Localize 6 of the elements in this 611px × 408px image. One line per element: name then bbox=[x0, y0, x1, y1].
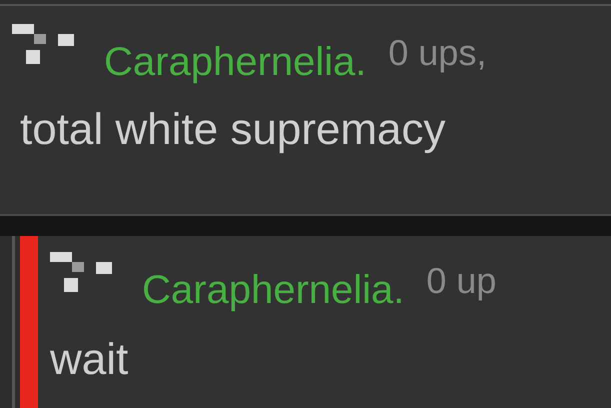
comment-text: wait bbox=[50, 335, 130, 385]
points-label: 0 up bbox=[426, 260, 496, 302]
username-link[interactable]: Caraphernelia. bbox=[104, 40, 366, 85]
username-link[interactable]: Caraphernelia. bbox=[142, 268, 404, 313]
points-label: 0 ups, bbox=[388, 32, 486, 74]
comment-text: total white supremacy bbox=[20, 105, 447, 155]
